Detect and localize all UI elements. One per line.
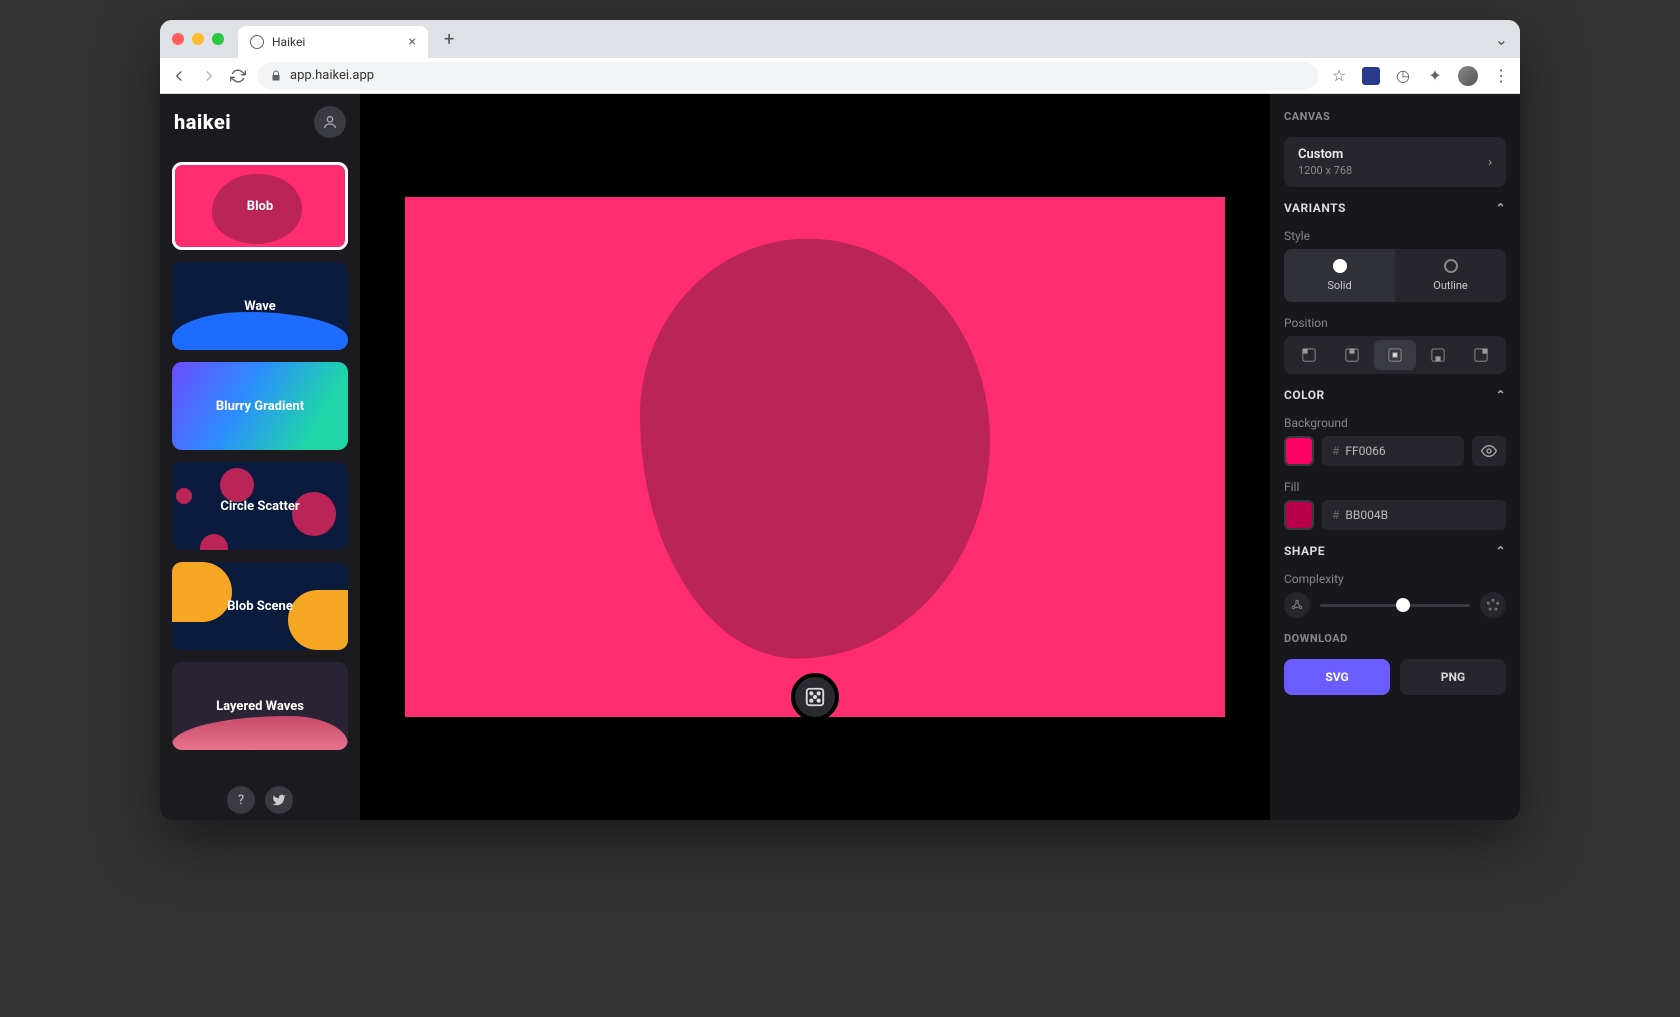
background-visibility-toggle[interactable] xyxy=(1472,436,1506,466)
generator-blob[interactable]: Blob xyxy=(172,162,348,250)
outline-circle-icon xyxy=(1444,259,1458,273)
tab-overflow-icon[interactable]: ⌄ xyxy=(1495,30,1508,49)
settings-panel: CANVAS Custom 1200 x 768 › VARIANTS ⌃ St… xyxy=(1270,94,1520,820)
complexity-slider[interactable] xyxy=(1320,604,1470,607)
dice-icon xyxy=(804,686,826,708)
app: haikei Blob Wave Blurry Gradient Circle … xyxy=(160,94,1520,820)
complexity-low-icon xyxy=(1284,592,1310,618)
style-outline[interactable]: Outline xyxy=(1395,249,1506,302)
close-window-button[interactable] xyxy=(172,33,184,45)
user-icon xyxy=(322,114,338,130)
twitter-icon xyxy=(272,793,286,807)
logo: haikei xyxy=(174,110,231,134)
solid-circle-icon xyxy=(1333,259,1347,273)
fill-color-swatch[interactable] xyxy=(1284,500,1314,530)
twitter-button[interactable] xyxy=(265,786,293,814)
generator-blurry-gradient[interactable]: Blurry Gradient xyxy=(172,362,348,450)
brand-bar: haikei xyxy=(160,94,360,150)
eye-icon xyxy=(1481,443,1497,459)
download-section-title: DOWNLOAD xyxy=(1284,632,1506,645)
position-label: Position xyxy=(1284,316,1506,330)
maximize-window-button[interactable] xyxy=(212,33,224,45)
position-top-left[interactable] xyxy=(1288,340,1329,370)
minimize-window-button[interactable] xyxy=(192,33,204,45)
background-hex-input[interactable]: #FF0066 xyxy=(1322,436,1464,466)
background-label: Background xyxy=(1284,416,1506,430)
position-top[interactable] xyxy=(1331,340,1372,370)
star-icon[interactable]: ☆ xyxy=(1330,67,1348,85)
tab-title: Haikei xyxy=(272,35,305,49)
sidebar-footer: ? xyxy=(160,780,360,820)
reload-button[interactable] xyxy=(230,68,246,84)
titlebar: Haikei × + ⌄ xyxy=(160,20,1520,58)
generator-layered-waves[interactable]: Layered Waves xyxy=(172,662,348,750)
browser-window: Haikei × + ⌄ app.haikei.app ☆ ◷ ✦ ⋮ haik… xyxy=(160,20,1520,820)
position-bottom[interactable] xyxy=(1418,340,1459,370)
style-solid[interactable]: Solid xyxy=(1284,249,1395,302)
chevron-up-icon: ⌃ xyxy=(1495,201,1506,215)
randomize-button[interactable] xyxy=(791,673,839,717)
generator-wave[interactable]: Wave xyxy=(172,262,348,350)
url-text: app.haikei.app xyxy=(290,68,374,83)
chevron-right-icon: › xyxy=(1488,155,1492,170)
canvas-section-title: CANVAS xyxy=(1284,110,1506,123)
variants-section-header[interactable]: VARIANTS ⌃ xyxy=(1284,201,1506,215)
canvas-size-name: Custom xyxy=(1298,147,1352,162)
style-label: Style xyxy=(1284,229,1506,243)
forward-button[interactable] xyxy=(200,67,218,85)
color-section-header[interactable]: COLOR ⌃ xyxy=(1284,388,1506,402)
extension-icon-2[interactable]: ◷ xyxy=(1394,67,1412,85)
canvas-area xyxy=(360,94,1270,820)
sidebar: haikei Blob Wave Blurry Gradient Circle … xyxy=(160,94,360,820)
url-bar: app.haikei.app ☆ ◷ ✦ ⋮ xyxy=(160,58,1520,94)
back-button[interactable] xyxy=(170,67,188,85)
slider-thumb[interactable] xyxy=(1396,598,1410,612)
position-top-right[interactable] xyxy=(1461,340,1502,370)
download-png-button[interactable]: PNG xyxy=(1400,659,1506,695)
canvas-size-value: 1200 x 768 xyxy=(1298,164,1352,177)
toolbar-actions: ☆ ◷ ✦ ⋮ xyxy=(1330,66,1510,86)
extensions-icon[interactable]: ✦ xyxy=(1426,67,1444,85)
chevron-up-icon: ⌃ xyxy=(1495,388,1506,402)
profile-avatar[interactable] xyxy=(1458,66,1478,86)
generator-list: Blob Wave Blurry Gradient Circle Scatter… xyxy=(160,150,360,780)
help-button[interactable]: ? xyxy=(227,786,255,814)
chevron-up-icon: ⌃ xyxy=(1495,544,1506,558)
shape-section-header[interactable]: SHAPE ⌃ xyxy=(1284,544,1506,558)
position-selector xyxy=(1284,336,1506,374)
download-svg-button[interactable]: SVG xyxy=(1284,659,1390,695)
address-bar[interactable]: app.haikei.app xyxy=(258,62,1318,90)
fill-label: Fill xyxy=(1284,480,1506,494)
style-toggle: Solid Outline xyxy=(1284,249,1506,302)
canvas-size-selector[interactable]: Custom 1200 x 768 › xyxy=(1284,137,1506,187)
blob-shape xyxy=(640,239,990,659)
close-tab-icon[interactable]: × xyxy=(409,34,416,50)
window-controls xyxy=(172,33,224,45)
generator-circle-scatter[interactable]: Circle Scatter xyxy=(172,462,348,550)
globe-icon xyxy=(250,35,264,49)
generator-blob-scene[interactable]: Blob Scene xyxy=(172,562,348,650)
lock-icon xyxy=(270,70,282,82)
new-tab-button[interactable]: + xyxy=(444,29,454,50)
background-color-swatch[interactable] xyxy=(1284,436,1314,466)
menu-icon[interactable]: ⋮ xyxy=(1492,67,1510,85)
account-button[interactable] xyxy=(314,106,346,138)
extension-icon-1[interactable] xyxy=(1362,67,1380,85)
fill-hex-input[interactable]: #BB004B xyxy=(1322,500,1506,530)
complexity-high-icon xyxy=(1480,592,1506,618)
position-center[interactable] xyxy=(1374,340,1415,370)
browser-tab[interactable]: Haikei × xyxy=(238,26,428,58)
complexity-label: Complexity xyxy=(1284,572,1506,586)
canvas xyxy=(405,197,1225,717)
